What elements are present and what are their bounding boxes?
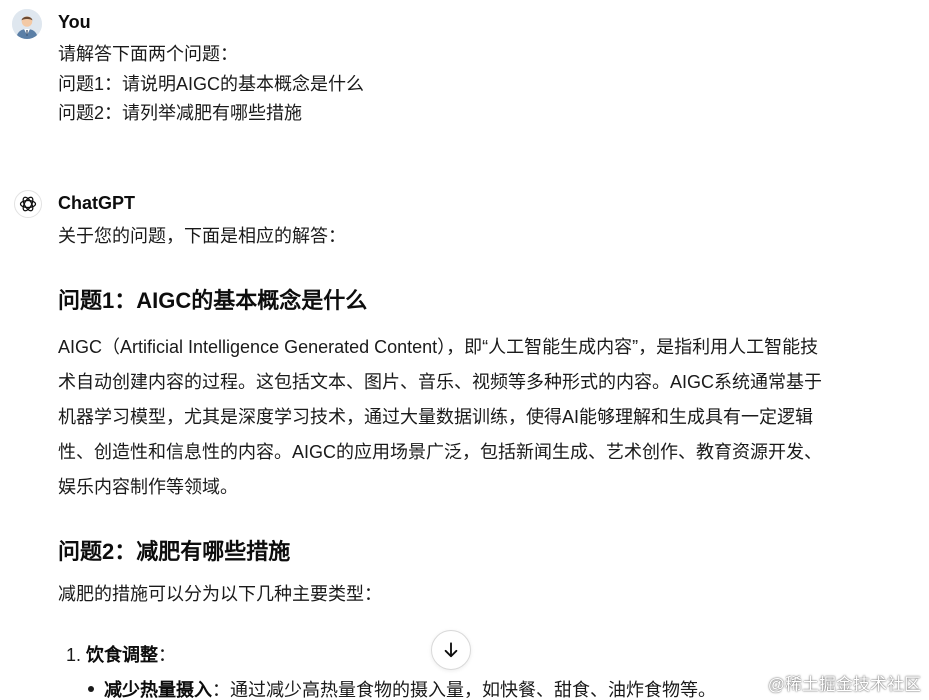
assistant-intro: 关于您的问题，下面是相应的解答： [58, 226, 346, 246]
bullet-item-title: 减少热量摄入 [104, 680, 212, 700]
user-message-line: 请解答下面两个问题： [58, 44, 238, 64]
user-avatar-icon [12, 9, 42, 39]
assistant-author-name: ChatGPT [58, 193, 136, 213]
bullet-icon [88, 686, 94, 693]
bullet-item-text: ：通过减少高热量食物的摄入量，如快餐、甜食、油炸食物等。 [212, 680, 716, 700]
bullet-list-item: 减少热量摄入：通过减少高热量食物的摄入量，如快餐、甜食、油炸食物等。 [88, 676, 716, 700]
user-message-line: 问题2：请列举减肥有哪些措施 [58, 103, 303, 123]
user-message-line: 问题1：请说明AIGC的基本概念是什么 [58, 73, 365, 94]
user-message: 请解答下面两个问题： 问题1：请说明AIGC的基本概念是什么 问题2：请列举减肥… [58, 40, 364, 129]
list-item-title: 饮食调整 [86, 645, 159, 665]
arrow-down-icon [444, 642, 458, 658]
chat-page: You 请解答下面两个问题： 问题1：请说明AIGC的基本概念是什么 问题2：请… [0, 0, 929, 700]
section-heading-2: 问题2：减肥有哪些措施 [58, 539, 291, 564]
watermark: @稀土掘金技术社区 [767, 675, 921, 694]
list-number: 1. [66, 645, 82, 665]
ordered-list-item: 1. 饮食调整： [66, 641, 176, 669]
paragraph-line: 术自动创建内容的过程。这包括文本、图片、音乐、视频等多种形式的内容。AIGC系统… [58, 372, 823, 392]
openai-logo-icon [19, 196, 37, 212]
list-item-suffix: ： [158, 645, 177, 665]
paragraph-line: 机器学习模型，尤其是深度学习技术，通过大量数据训练，使得AI能够理解和生成具有一… [58, 407, 814, 427]
section-intro-2: 减肥的措施可以分为以下几种主要类型： [58, 584, 382, 604]
scroll-to-bottom-button[interactable] [431, 630, 471, 670]
section-heading-1: 问题1：AIGC的基本概念是什么 [58, 288, 368, 313]
paragraph-line: 性、创造性和信息性的内容。AIGC的应用场景广泛，包括新闻生成、艺术创作、教育资… [58, 442, 823, 462]
paragraph-line: 娱乐内容制作等领域。 [58, 477, 238, 497]
assistant-avatar [14, 190, 42, 218]
section-paragraph-1: AIGC（Artificial Intelligence Generated C… [58, 330, 920, 505]
paragraph-line: AIGC（Artificial Intelligence Generated C… [58, 337, 819, 357]
user-avatar [12, 9, 42, 39]
user-author-name: You [58, 12, 91, 32]
